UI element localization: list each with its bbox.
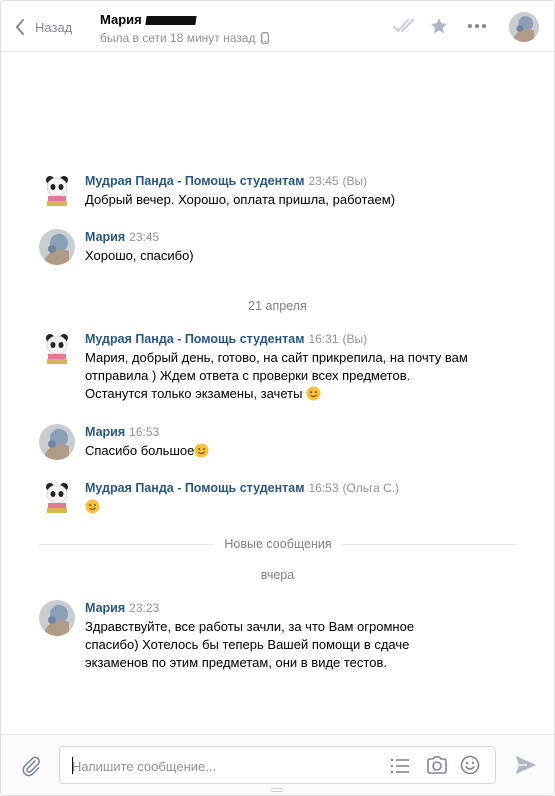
author-avatar[interactable] xyxy=(39,173,75,209)
message-line: Хорошо, спасибо) xyxy=(85,248,194,263)
double-check-icon[interactable] xyxy=(393,18,419,34)
message-line: экзаменов по этим предметам, они в виде … xyxy=(85,655,387,670)
message-time[interactable]: 16:31 xyxy=(308,332,338,346)
author-avatar[interactable] xyxy=(39,600,75,636)
message-line: Здравствуйте, все работы зачли, за что В… xyxy=(85,619,415,634)
message-line: отправила ) Ждем ответа с проверки всех … xyxy=(85,368,411,383)
message-line: спасибо) Хотелось бы теперь Вашей помощи… xyxy=(85,637,410,652)
message-sender-note: (Вы) xyxy=(342,174,368,188)
message-sender-note: (Ольга С.) xyxy=(342,481,400,495)
message-time[interactable]: 16:53 xyxy=(308,481,338,495)
message-text xyxy=(85,498,515,516)
more-dots-icon[interactable] xyxy=(467,23,487,29)
peer-avatar[interactable] xyxy=(509,12,539,42)
message-time[interactable]: 23:45 xyxy=(129,230,159,244)
message-composer xyxy=(1,734,554,795)
peer-name-text: Мария xyxy=(100,12,142,27)
peer-name[interactable]: Мария xyxy=(100,12,197,27)
message-text: Добрый вечер. Хорошо, оплата пришла, раб… xyxy=(85,191,515,209)
paperclip-icon[interactable] xyxy=(20,755,42,777)
message-author[interactable]: Мария xyxy=(85,601,125,615)
message-time[interactable]: 23:23 xyxy=(129,601,159,615)
panda-avatar xyxy=(39,331,75,367)
chevron-left-icon xyxy=(16,19,24,35)
resize-handle[interactable] xyxy=(271,788,283,794)
message-author[interactable]: Мудрая Панда - Помощь студентам xyxy=(85,332,304,346)
star-icon[interactable] xyxy=(430,17,448,35)
send-arrow-icon[interactable] xyxy=(515,755,537,775)
message-line: Добрый вечер. Хорошо, оплата пришла, раб… xyxy=(85,192,396,207)
text-caret xyxy=(72,757,73,774)
panda-avatar xyxy=(39,480,75,516)
message-sender-note: (Вы) xyxy=(342,332,368,346)
author-avatar[interactable] xyxy=(39,424,75,460)
avatar-photo xyxy=(39,424,75,460)
message-author[interactable]: Мария xyxy=(85,230,125,244)
new-messages-separator: Новые сообщения xyxy=(39,537,517,551)
message-line: Спасибо большое xyxy=(85,443,195,458)
author-avatar[interactable] xyxy=(39,480,75,516)
message-text: Мария, добрый день, готово, на сайт прик… xyxy=(85,349,515,403)
message-text: Здравствуйте, все работы зачли, за что В… xyxy=(85,618,515,672)
chat-window: Назад Мария была в сети 18 минут назад М… xyxy=(0,0,555,796)
message-author[interactable]: Мария xyxy=(85,425,125,439)
message-text: Хорошо, спасибо) xyxy=(85,247,515,265)
back-button[interactable]: Назад xyxy=(15,16,72,38)
message-author[interactable]: Мудрая Панда - Помощь студентам xyxy=(85,481,304,495)
smile-emoji-icon xyxy=(194,443,209,458)
message-history: Мудрая Панда - Помощь студентам 23:45 (Вы)… xyxy=(1,53,554,733)
message-line: Останутся только экзамены, зачеты xyxy=(85,386,303,401)
redaction-mark xyxy=(145,16,197,26)
message-text: Спасибо большое xyxy=(85,442,515,460)
avatar-photo xyxy=(509,12,539,42)
camera-icon[interactable] xyxy=(426,755,448,775)
back-label: Назад xyxy=(35,19,73,35)
message-line: Мария, добрый день, готово, на сайт прик… xyxy=(85,350,468,365)
message-input[interactable] xyxy=(72,756,372,776)
message-time[interactable]: 16:53 xyxy=(129,425,159,439)
author-avatar[interactable] xyxy=(39,331,75,367)
author-avatar[interactable] xyxy=(39,229,75,265)
date-separator: 21 апреля xyxy=(248,299,307,313)
resize-line xyxy=(271,788,283,789)
mobile-phone-icon xyxy=(261,32,270,44)
message-time[interactable]: 23:45 xyxy=(308,174,338,188)
list-icon[interactable] xyxy=(390,757,410,775)
wink-emoji-icon xyxy=(85,499,100,514)
message-input-box[interactable] xyxy=(59,746,496,784)
panda-avatar xyxy=(39,173,75,209)
message-author[interactable]: Мудрая Панда - Помощь студентам xyxy=(85,174,304,188)
chat-header: Назад Мария была в сети 18 минут назад xyxy=(1,1,554,52)
peer-status-text: была в сети 18 минут назад xyxy=(100,31,256,45)
avatar-photo xyxy=(39,600,75,636)
resize-line xyxy=(271,791,283,792)
smile-icon[interactable] xyxy=(460,755,480,775)
new-messages-label: Новые сообщения xyxy=(214,537,342,551)
avatar-photo xyxy=(39,229,75,265)
peer-status: была в сети 18 минут назад xyxy=(100,31,270,45)
date-separator: вчера xyxy=(260,568,295,582)
smile-emoji-icon xyxy=(306,386,321,401)
